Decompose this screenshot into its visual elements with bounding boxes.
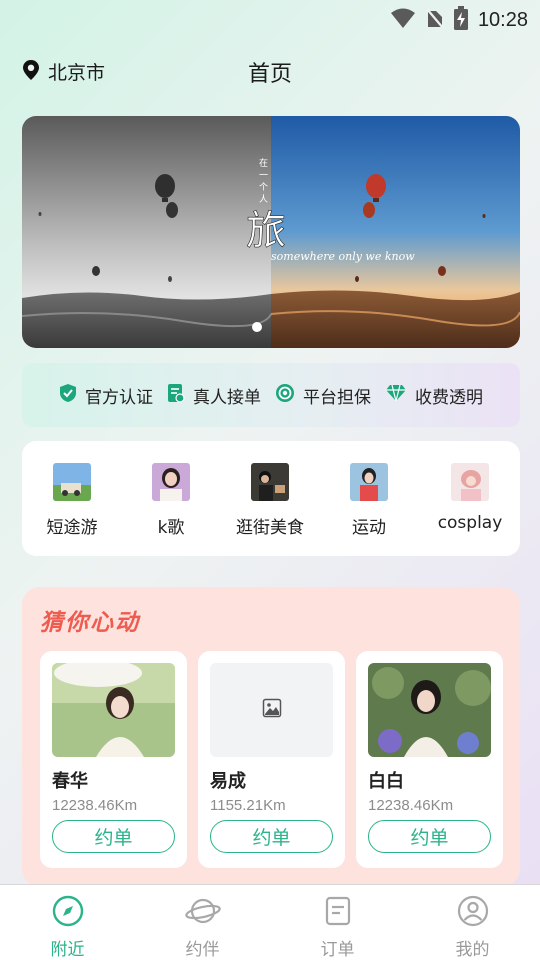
card-photo bbox=[52, 663, 175, 757]
diamond-icon bbox=[385, 384, 407, 406]
category-sports[interactable]: 运动 bbox=[319, 463, 419, 538]
guarantee-strip: 官方认证 真人接单 平台担保 收费透明 bbox=[22, 363, 520, 427]
battery-charging-icon bbox=[453, 6, 468, 34]
planet-icon bbox=[184, 895, 221, 931]
category-label: 短途游 bbox=[46, 518, 98, 538]
guarantee-label: 收费透明 bbox=[415, 387, 483, 408]
wifi-icon bbox=[390, 7, 416, 33]
tab-companions[interactable]: 约伴 bbox=[135, 885, 270, 960]
recommend-card[interactable]: 易成 1155.21Km 约单 bbox=[198, 651, 345, 868]
book-button[interactable]: 约单 bbox=[368, 820, 491, 853]
no-sim-icon bbox=[426, 7, 444, 33]
recommend-section: 猜你心动 春华 12238.46Km 约单 易成 1155.21Km 约单 白白… bbox=[22, 587, 520, 887]
banner-title-glyph: 旅 bbox=[246, 208, 286, 254]
compass-icon bbox=[52, 895, 84, 931]
category-bar: 短途游 k歌 逛街美食 运动 cosplay bbox=[22, 441, 520, 556]
category-karaoke[interactable]: k歌 bbox=[121, 463, 221, 538]
card-name: 易成 bbox=[210, 771, 246, 792]
guarantee-transparent: 收费透明 bbox=[385, 383, 483, 408]
shield-check-icon bbox=[59, 383, 77, 407]
category-label: k歌 bbox=[157, 518, 185, 538]
banner-image: 在一个人 旅 somewhere only we know bbox=[22, 116, 520, 348]
guarantee-platform: 平台担保 bbox=[275, 383, 371, 408]
guarantee-real: 真人接单 bbox=[167, 383, 261, 408]
category-label: 运动 bbox=[352, 518, 386, 538]
category-label: 逛街美食 bbox=[236, 518, 304, 538]
category-thumbnail bbox=[152, 463, 190, 501]
book-button[interactable]: 约单 bbox=[210, 820, 333, 853]
header: 北京市 首页 bbox=[0, 52, 540, 92]
category-thumbnail bbox=[350, 463, 388, 501]
image-placeholder-icon bbox=[262, 698, 282, 722]
banner-subtitle: somewhere only we know bbox=[271, 250, 415, 263]
category-thumbnail bbox=[251, 463, 289, 501]
tab-profile[interactable]: 我的 bbox=[405, 885, 540, 960]
recommend-card[interactable]: 白白 12238.46Km 约单 bbox=[356, 651, 503, 868]
document-check-icon bbox=[167, 383, 185, 407]
category-cosplay[interactable]: cosplay bbox=[420, 463, 520, 533]
order-list-icon bbox=[322, 895, 354, 931]
category-label: cosplay bbox=[437, 513, 503, 533]
banner-carousel[interactable]: 在一个人 旅 somewhere only we know bbox=[22, 116, 520, 348]
guarantee-official: 官方认证 bbox=[59, 383, 153, 408]
card-name: 白白 bbox=[368, 771, 404, 792]
book-button[interactable]: 约单 bbox=[52, 820, 175, 853]
recommend-card[interactable]: 春华 12238.46Km 约单 bbox=[40, 651, 187, 868]
guarantee-label: 真人接单 bbox=[193, 387, 261, 408]
tab-orders[interactable]: 订单 bbox=[270, 885, 405, 960]
status-time: 10:28 bbox=[477, 8, 528, 31]
card-name: 春华 bbox=[52, 771, 88, 792]
card-photo bbox=[368, 663, 491, 757]
page-title: 首页 bbox=[247, 62, 292, 87]
tab-label: 约伴 bbox=[185, 940, 220, 960]
card-photo-placeholder bbox=[210, 663, 333, 757]
coin-icon bbox=[275, 383, 295, 407]
user-icon bbox=[457, 895, 489, 931]
category-short-trip[interactable]: 短途游 bbox=[22, 463, 122, 538]
carousel-indicator[interactable] bbox=[252, 322, 262, 332]
guarantee-label: 官方认证 bbox=[85, 387, 153, 408]
category-thumbnail bbox=[53, 463, 91, 501]
recommend-title: 猜你心动 bbox=[40, 610, 140, 636]
card-distance: 12238.46Km bbox=[368, 797, 454, 814]
card-distance: 1155.21Km bbox=[210, 797, 286, 814]
bottom-tab-bar: 附近 约伴 订单 我的 bbox=[0, 884, 540, 960]
tab-label: 我的 bbox=[455, 940, 490, 960]
tab-nearby[interactable]: 附近 bbox=[0, 885, 135, 960]
tab-label: 订单 bbox=[320, 940, 355, 960]
category-shopping-food[interactable]: 逛街美食 bbox=[220, 463, 320, 538]
category-thumbnail bbox=[451, 463, 489, 501]
status-icons: 10:28 bbox=[390, 6, 528, 34]
status-bar: 10:28 bbox=[0, 0, 540, 36]
card-distance: 12238.46Km bbox=[52, 797, 138, 814]
tab-label: 附近 bbox=[50, 940, 85, 960]
guarantee-label: 平台担保 bbox=[303, 387, 371, 408]
